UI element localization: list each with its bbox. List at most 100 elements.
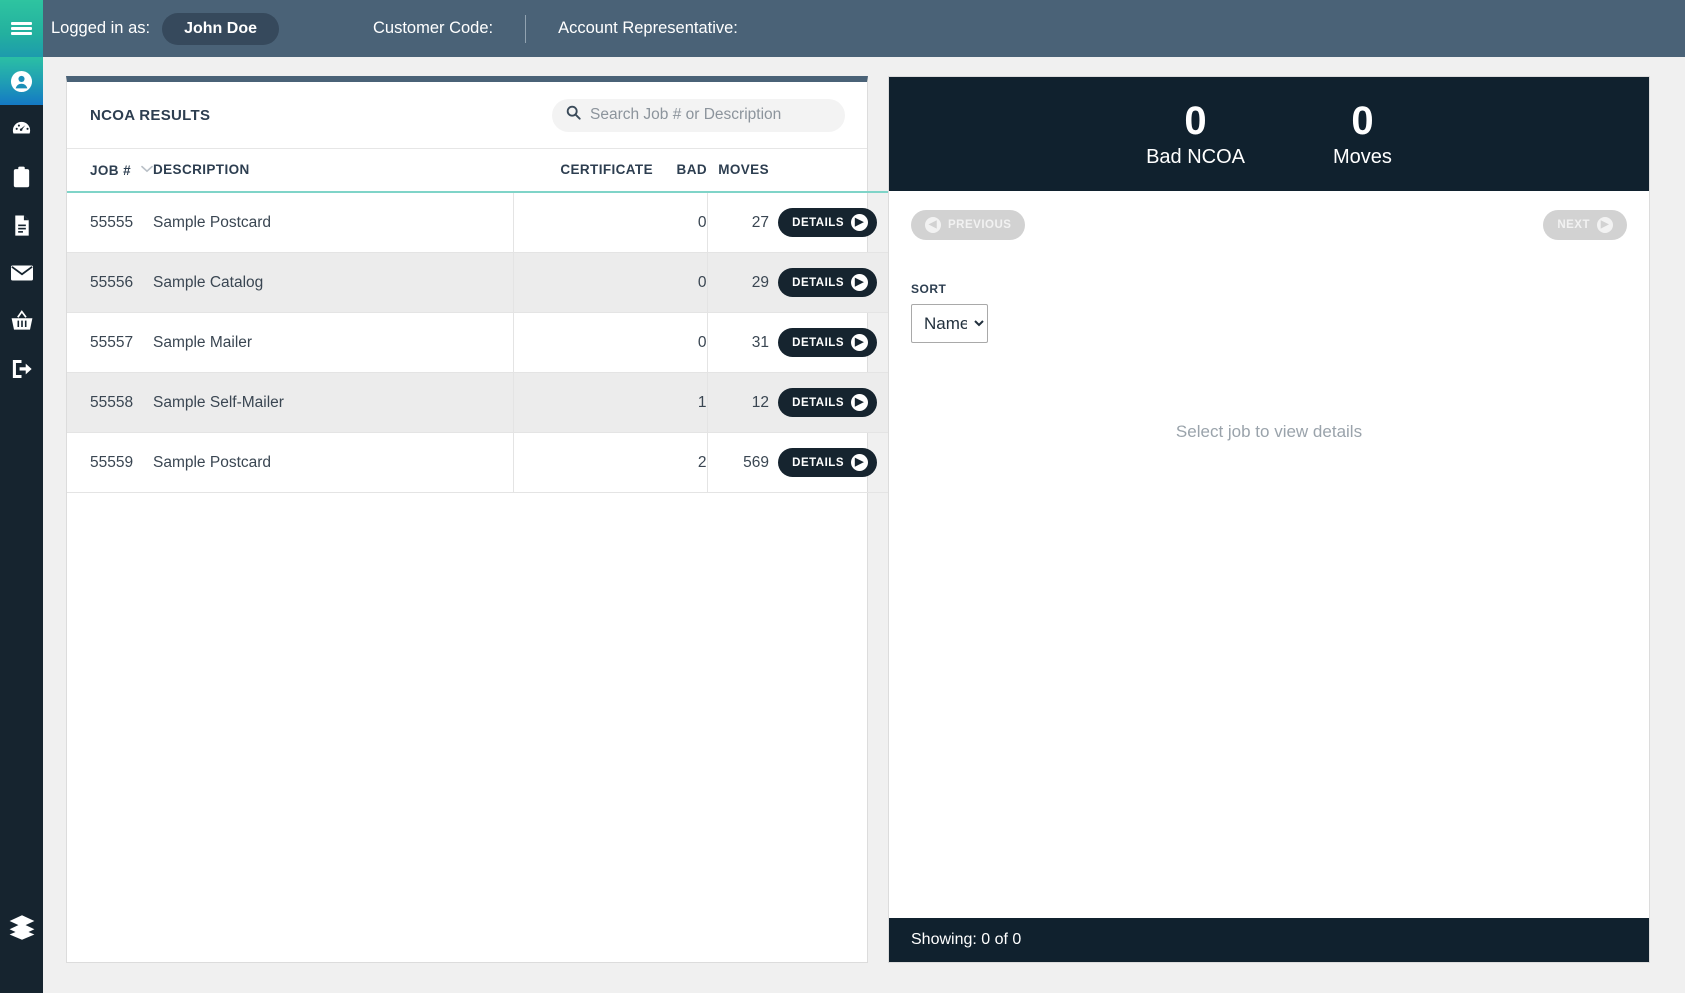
- cell-job: 55558: [67, 372, 153, 433]
- cell-certificate: [512, 312, 653, 373]
- table-header: JOB # DESCRIPTION CERTIFICATE BAD MOVES: [67, 149, 889, 193]
- sidebar-item-account[interactable]: [0, 57, 43, 105]
- clipboard-icon: [11, 166, 32, 189]
- table-row[interactable]: 55559 Sample Postcard 2 569 DETAILS ▶: [67, 432, 889, 493]
- sidebar-item-mail[interactable]: [0, 249, 43, 297]
- ncoa-results-card: NCOA RESULTS JOB #: [66, 76, 889, 963]
- cell-actions: DETAILS ▶: [769, 252, 889, 313]
- search-input[interactable]: [590, 106, 831, 124]
- cell-description: Sample Catalog: [153, 252, 513, 313]
- sidebar-item-reports[interactable]: [0, 201, 43, 249]
- column-header-certificate[interactable]: CERTIFICATE: [513, 149, 653, 193]
- chevron-right-icon: ▶: [1597, 217, 1613, 233]
- column-header-bad[interactable]: BAD: [653, 149, 707, 193]
- showing-status-bar: Showing: 0 of 0: [889, 918, 1649, 962]
- cell-moves: 569: [706, 432, 769, 493]
- previous-button-label: PREVIOUS: [948, 219, 1012, 231]
- details-button[interactable]: DETAILS ▶: [778, 268, 877, 297]
- envelope-icon: [10, 263, 34, 283]
- table-body: 55555 Sample Postcard 0 27 DETAILS ▶ 55556 Samp…: [67, 192, 889, 493]
- header-divider: [525, 14, 527, 43]
- cell-moves: 12: [706, 372, 769, 433]
- details-body: ◀ PREVIOUS NEXT ▶ SORT NameDateJob # Sel…: [889, 191, 1649, 918]
- cell-description: Sample Self-Mailer: [153, 372, 513, 433]
- cell-job: 55557: [67, 312, 153, 373]
- chevron-right-icon: ▶: [851, 394, 868, 411]
- showing-count-text: Showing: 0 of 0: [911, 931, 1022, 948]
- details-button[interactable]: DETAILS ▶: [778, 208, 877, 237]
- sort-label: SORT: [911, 282, 947, 296]
- page-title: NCOA RESULTS: [90, 106, 211, 124]
- chevron-right-icon: ▶: [851, 334, 868, 351]
- sort-select[interactable]: NameDateJob #: [911, 304, 988, 343]
- stats-band: 0 Bad NCOA 0 Moves: [889, 77, 1649, 191]
- cell-bad: 0: [653, 192, 707, 253]
- details-button-label: DETAILS: [792, 216, 844, 229]
- layers-stack-icon: [8, 914, 36, 945]
- details-button-label: DETAILS: [792, 276, 844, 289]
- cell-job: 55555: [67, 192, 153, 253]
- sidebar-item-jobs[interactable]: [0, 153, 43, 201]
- top-header-bar: Logged in as: John Doe Customer Code: Ac…: [0, 0, 1685, 57]
- topbar-content: Logged in as: John Doe Customer Code: Ac…: [43, 0, 738, 57]
- cell-bad: 2: [653, 432, 707, 493]
- hamburger-bar: [11, 22, 32, 25]
- table-row[interactable]: 55558 Sample Self-Mailer 1 12 DETAILS ▶: [67, 372, 889, 433]
- column-header-description[interactable]: DESCRIPTION: [153, 149, 513, 193]
- cell-job: 55556: [67, 252, 153, 313]
- chevron-right-icon: ▶: [851, 454, 868, 471]
- hamburger-bar: [11, 32, 32, 35]
- column-header-actions: [769, 149, 889, 193]
- job-details-panel: 0 Bad NCOA 0 Moves ◀ PREVIOUS NEXT ▶ SOR…: [888, 76, 1650, 963]
- cell-moves: 31: [706, 312, 769, 373]
- basket-icon: [10, 310, 34, 332]
- hamburger-menu-icon[interactable]: [0, 0, 43, 57]
- next-button[interactable]: NEXT ▶: [1543, 210, 1627, 240]
- sidebar-item-orders[interactable]: [0, 297, 43, 345]
- details-button-label: DETAILS: [792, 336, 844, 349]
- table-row[interactable]: 55555 Sample Postcard 0 27 DETAILS ▶: [67, 192, 889, 253]
- details-button[interactable]: DETAILS ▶: [778, 448, 877, 477]
- dashboard-gauge-icon: [10, 118, 33, 141]
- column-header-moves[interactable]: MOVES: [707, 149, 769, 193]
- cell-bad: 1: [653, 372, 707, 433]
- column-header-job[interactable]: JOB #: [67, 149, 153, 193]
- cell-bad: 0: [653, 312, 707, 373]
- details-button[interactable]: DETAILS ▶: [778, 388, 877, 417]
- details-button-label: DETAILS: [792, 396, 844, 409]
- stat-bad-ncoa-value: 0: [1184, 98, 1207, 143]
- cell-actions: DETAILS ▶: [769, 192, 889, 253]
- search-box[interactable]: [552, 98, 845, 132]
- sidebar-item-logout[interactable]: [0, 345, 43, 393]
- chevron-left-icon: ◀: [925, 217, 941, 233]
- cell-moves: 27: [706, 192, 769, 253]
- document-icon: [12, 214, 32, 237]
- sidebar-item-layers[interactable]: [0, 905, 43, 953]
- cell-description: Sample Postcard: [153, 432, 513, 493]
- sidebar-item-dashboard[interactable]: [0, 105, 43, 153]
- cell-job: 55559: [67, 432, 153, 493]
- stat-bad-ncoa-label: Bad NCOA: [1146, 145, 1246, 168]
- details-button[interactable]: DETAILS ▶: [778, 328, 877, 357]
- column-header-job-label: JOB #: [90, 163, 132, 178]
- empty-state-message: Select job to view details: [1175, 422, 1363, 441]
- cell-actions: DETAILS ▶: [769, 432, 889, 493]
- details-button-label: DETAILS: [792, 456, 844, 469]
- ncoa-results-table: JOB # DESCRIPTION CERTIFICATE BAD MOVES …: [67, 149, 889, 493]
- chevron-right-icon: ▶: [851, 274, 868, 291]
- stat-moves-label: Moves: [1333, 145, 1392, 168]
- cell-bad: 0: [653, 252, 707, 313]
- sort-group: SORT NameDateJob #: [911, 282, 988, 343]
- table-row[interactable]: 55557 Sample Mailer 0 31 DETAILS ▶: [67, 312, 889, 373]
- stat-bad-ncoa: 0 Bad NCOA: [1146, 100, 1245, 169]
- logged-in-user-name[interactable]: John Doe: [162, 12, 279, 45]
- cell-certificate: [512, 192, 653, 253]
- logout-icon: [10, 358, 33, 380]
- cell-certificate: [512, 252, 653, 313]
- cell-actions: DETAILS ▶: [769, 312, 889, 373]
- chevron-down-icon: [141, 161, 153, 176]
- cell-certificate: [512, 432, 653, 493]
- logged-in-label: Logged in as:: [51, 19, 151, 37]
- previous-button[interactable]: ◀ PREVIOUS: [911, 210, 1026, 240]
- table-row[interactable]: 55556 Sample Catalog 0 29 DETAILS ▶: [67, 252, 889, 313]
